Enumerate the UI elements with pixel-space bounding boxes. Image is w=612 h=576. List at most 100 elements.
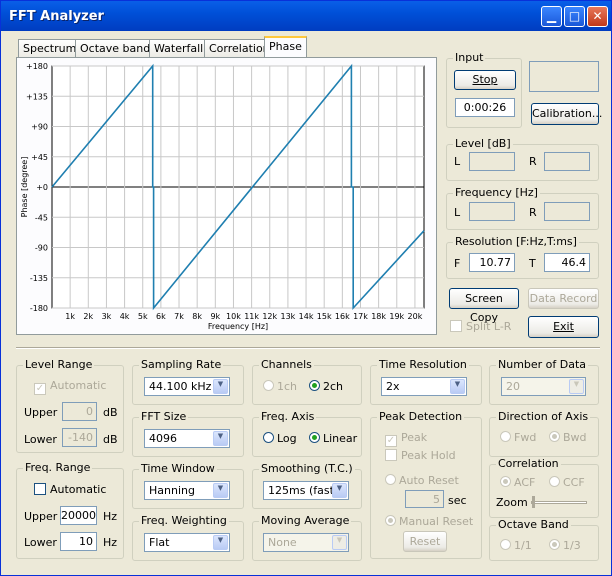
data-record-button: Data Record [528,288,599,309]
tab-spectrum[interactable]: Spectrum [18,39,82,57]
title-bar[interactable]: FFT Analyzer ▁ □ ✕ [1,1,611,31]
freq-axis-linear-label: Linear [323,432,358,445]
x-tick-label: 13k [280,312,295,321]
moving-average-select: None ▼ [263,533,349,552]
sampling-rate-select[interactable]: 44.100 kHz ▼ [144,377,230,396]
direction-bwd-radio: Bwd [549,431,587,444]
freq-axis-label: Freq. Axis [259,410,317,423]
y-tick-label: +0 [36,183,48,192]
peak-hold-checkbox: Peak Hold [385,449,456,462]
freq-r-field [544,202,590,221]
auto-reset-radio: Auto Reset [385,474,459,487]
freq-l-field [469,202,515,221]
smoothing-label: Smoothing (T.C.) [259,462,355,475]
y-tick-label: +90 [31,123,48,132]
moving-average-value: None [268,536,297,549]
freq-upper-field[interactable]: 20000 [60,506,97,525]
correlation-acf-radio: ACF [500,476,535,489]
freq-automatic-label: Automatic [50,483,107,496]
freq-axis-log-radio[interactable]: Log [263,432,297,445]
peak-detection-label: Peak Detection [377,410,465,423]
x-tick-label: 20k [408,312,423,321]
x-tick-label: 10k [226,312,241,321]
close-button[interactable]: ✕ [587,6,608,27]
channels-1ch-label: 1ch [277,380,298,393]
separator [16,347,600,349]
input-indicator [529,61,599,92]
x-tick-label: 8k [192,312,202,321]
exit-button[interactable]: Exit [528,316,599,338]
direction-bwd-label: Bwd [563,431,587,444]
auto-reset-seconds: 5 [405,490,444,508]
freq-weighting-value: Flat [149,536,170,549]
tab-phase[interactable]: Phase [264,36,307,58]
chevron-down-icon[interactable]: ▼ [213,483,228,498]
time-window-value: Hanning [149,484,195,497]
octave-1-3-label: 1/3 [563,539,581,552]
level-automatic-label: Automatic [50,379,107,392]
tab-octave-band[interactable]: Octave band [75,39,156,57]
freq-automatic-checkbox[interactable]: Automatic [34,483,106,496]
x-tick-label: 3k [102,312,112,321]
freq-lower-field[interactable]: 10 [60,532,97,551]
correlation-acf-label: ACF [514,476,536,489]
sec-label: sec [448,494,467,507]
correlation-ccf-radio: CCF [549,476,585,489]
x-tick-label: 16k [335,312,350,321]
time-resolution-select[interactable]: 2x ▼ [381,377,467,396]
channels-1ch-radio: 1ch [263,380,297,393]
resolution-label: Resolution [F:Hz,T:ms] [453,235,579,248]
phase-chart: +180 +135 +90 +45 +0 -45 -90 -135 -180 1k 2k 3k 4k 5k… [20,62,425,331]
freq-range-label: Freq. Range [23,461,93,474]
time-window-label: Time Window [139,462,217,475]
y-tick-label: -45 [35,213,48,222]
time-window-select[interactable]: Hanning ▼ [144,481,230,500]
elapsed-time: 0:00:26 [455,98,515,117]
maximize-button[interactable]: □ [564,6,585,27]
octave-1-1-label: 1/1 [514,539,532,552]
chevron-down-icon[interactable]: ▼ [213,379,228,394]
x-tick-label: 9k [210,312,220,321]
number-of-data-label: Number of Data [496,358,589,371]
x-tick-label: 2k [83,312,93,321]
chevron-down-icon[interactable]: ▼ [213,535,228,550]
level-r-label: R [529,155,537,168]
channels-2ch-radio[interactable]: 2ch [309,380,343,393]
tab-waterfall[interactable]: Waterfall [149,39,209,57]
chart-panel: +180 +135 +90 +45 +0 -45 -90 -135 -180 1k 2k 3k 4k 5k… [16,57,437,335]
x-tick-label: 4k [120,312,130,321]
time-resolution-label: Time Resolution [377,358,469,371]
smoothing-select[interactable]: 125ms (fast) ▼ [263,481,349,500]
stop-button[interactable]: Stop [454,70,516,90]
chevron-down-icon[interactable]: ▼ [450,379,465,394]
res-f-label: F [454,257,461,270]
zoom-slider-thumb[interactable] [532,496,535,508]
chevron-down-icon[interactable]: ▼ [332,483,347,498]
peak-hold-label: Peak Hold [401,449,456,462]
x-tick-label: 11k [244,312,259,321]
screen-copy-button[interactable]: Screen Copy [449,288,519,324]
y-tick-label: +135 [26,92,48,101]
fft-size-select[interactable]: 4096 ▼ [144,429,230,448]
level-lower-field: -140 [62,428,97,447]
freq-l-label: L [454,206,461,219]
zoom-slider[interactable] [531,501,587,504]
level-automatic-checkbox: ✓ Automatic [34,379,107,395]
calibration-button[interactable]: Calibration... [531,103,602,125]
minimize-button[interactable]: ▁ [541,6,562,27]
freq-axis-log-label: Log [277,432,297,445]
freq-weighting-select[interactable]: Flat ▼ [144,533,230,552]
y-axis-label: Phase [degree] [20,157,29,218]
smoothing-value: 125ms (fast) [268,484,339,497]
y-tick-label: +45 [31,153,48,162]
fft-size-value: 4096 [149,432,177,445]
level-upper-unit: dB [103,406,118,419]
sampling-rate-label: Sampling Rate [139,358,224,371]
freq-axis-linear-radio[interactable]: Linear [309,432,357,445]
window-title: FFT Analyzer [9,9,104,24]
freq-r-label: R [529,206,537,219]
chevron-down-icon[interactable]: ▼ [213,431,228,446]
chevron-down-icon: ▼ [569,379,584,394]
fft-size-label: FFT Size [139,410,189,423]
y-tick-label: -90 [35,244,48,253]
